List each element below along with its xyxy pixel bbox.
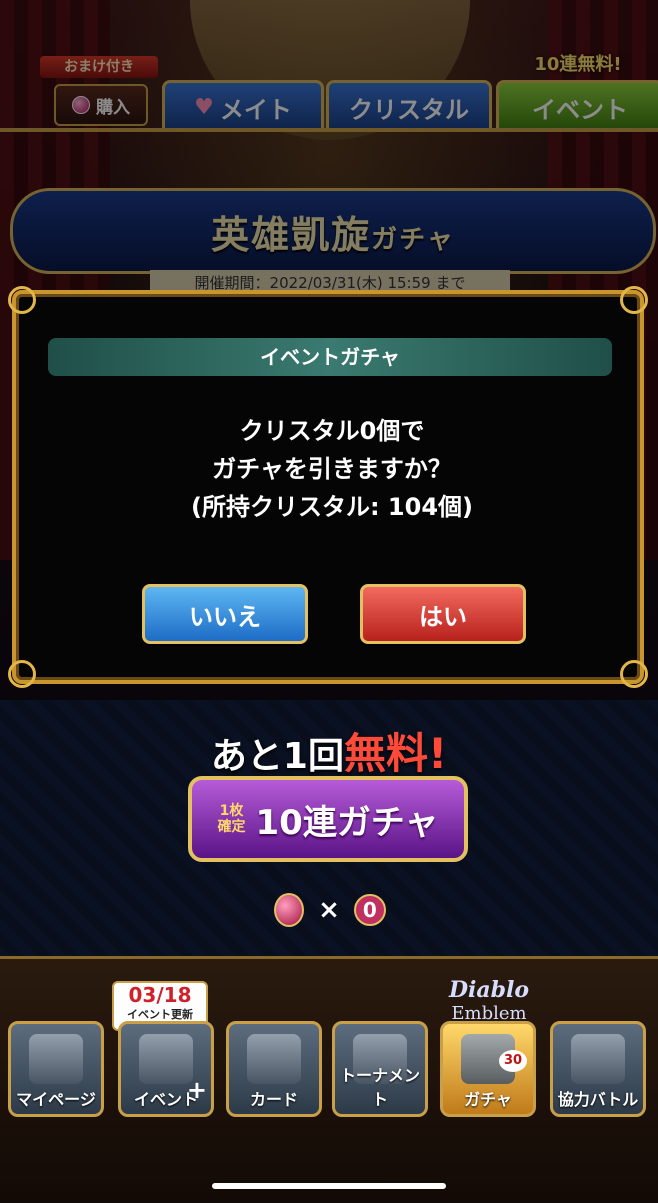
guarantee-line2: 確定: [217, 819, 246, 835]
logo-line1: Diablo: [448, 977, 530, 1003]
home-indicator[interactable]: [212, 1183, 446, 1189]
dialog-title: イベントガチャ: [48, 338, 612, 376]
nav-label: 協力バトル: [557, 1090, 639, 1109]
nav-card[interactable]: カード: [226, 1021, 322, 1117]
dialog-message-line: ガチャを引きますか？: [212, 455, 452, 483]
confirm-dialog: イベントガチャ クリスタル0個で ガチャを引きますか？ (所持クリスタル: 10…: [8, 286, 648, 688]
gacha-cost: × 0: [240, 888, 420, 932]
house-icon: [29, 1034, 83, 1084]
plus-icon: +: [186, 1076, 207, 1104]
nav-label: カード: [249, 1090, 298, 1109]
free-highlight: 無料!: [343, 729, 448, 778]
nav-label: トーナメント: [339, 1066, 420, 1109]
no-button[interactable]: いいえ: [142, 584, 308, 644]
free-remaining-text: あと1回無料!: [0, 720, 658, 781]
ornament-icon: [620, 286, 648, 314]
nav-event[interactable]: イベント +: [118, 1021, 214, 1117]
gacha-count-badge: 30: [499, 1050, 527, 1072]
character-icon: [139, 1034, 193, 1084]
nav-tournament[interactable]: トーナメント: [332, 1021, 428, 1117]
nav-coop-battle[interactable]: 協力バトル: [550, 1021, 646, 1117]
event-badge-date: 03/18: [128, 983, 192, 1007]
ornament-icon: [620, 660, 648, 688]
yes-button[interactable]: はい: [360, 584, 526, 644]
castle-icon: [571, 1034, 625, 1084]
cost-symbol: ×: [318, 895, 340, 925]
dialog-message-line: クリスタル0個で: [239, 417, 425, 445]
bottom-nav: 03/18 イベント更新 Diablo Emblem マイページ イベント + …: [0, 956, 658, 1203]
free-prefix: あと1回: [210, 736, 344, 777]
dialog-message: クリスタル0個で ガチャを引きますか？ (所持クリスタル: 104個): [16, 412, 648, 526]
ornament-icon: [8, 660, 36, 688]
nav-gacha[interactable]: 30 ガチャ: [440, 1021, 536, 1117]
ten-pull-gacha-button[interactable]: 1枚 確定 10連ガチャ: [188, 776, 468, 862]
nav-label: マイページ: [16, 1090, 96, 1109]
guarantee-text: 1枚 確定: [218, 803, 246, 835]
ornament-icon: [8, 286, 36, 314]
crystal-icon: [274, 893, 305, 927]
cost-value: 0: [353, 894, 386, 926]
guarantee-line1: 1枚: [219, 803, 244, 819]
cards-icon: [247, 1034, 301, 1084]
nav-label: ガチャ: [464, 1090, 512, 1109]
nav-mypage[interactable]: マイページ: [8, 1021, 104, 1117]
ten-pull-label: 10連ガチャ: [255, 802, 439, 843]
dialog-message-line: (所持クリスタル: 104個): [191, 493, 473, 521]
